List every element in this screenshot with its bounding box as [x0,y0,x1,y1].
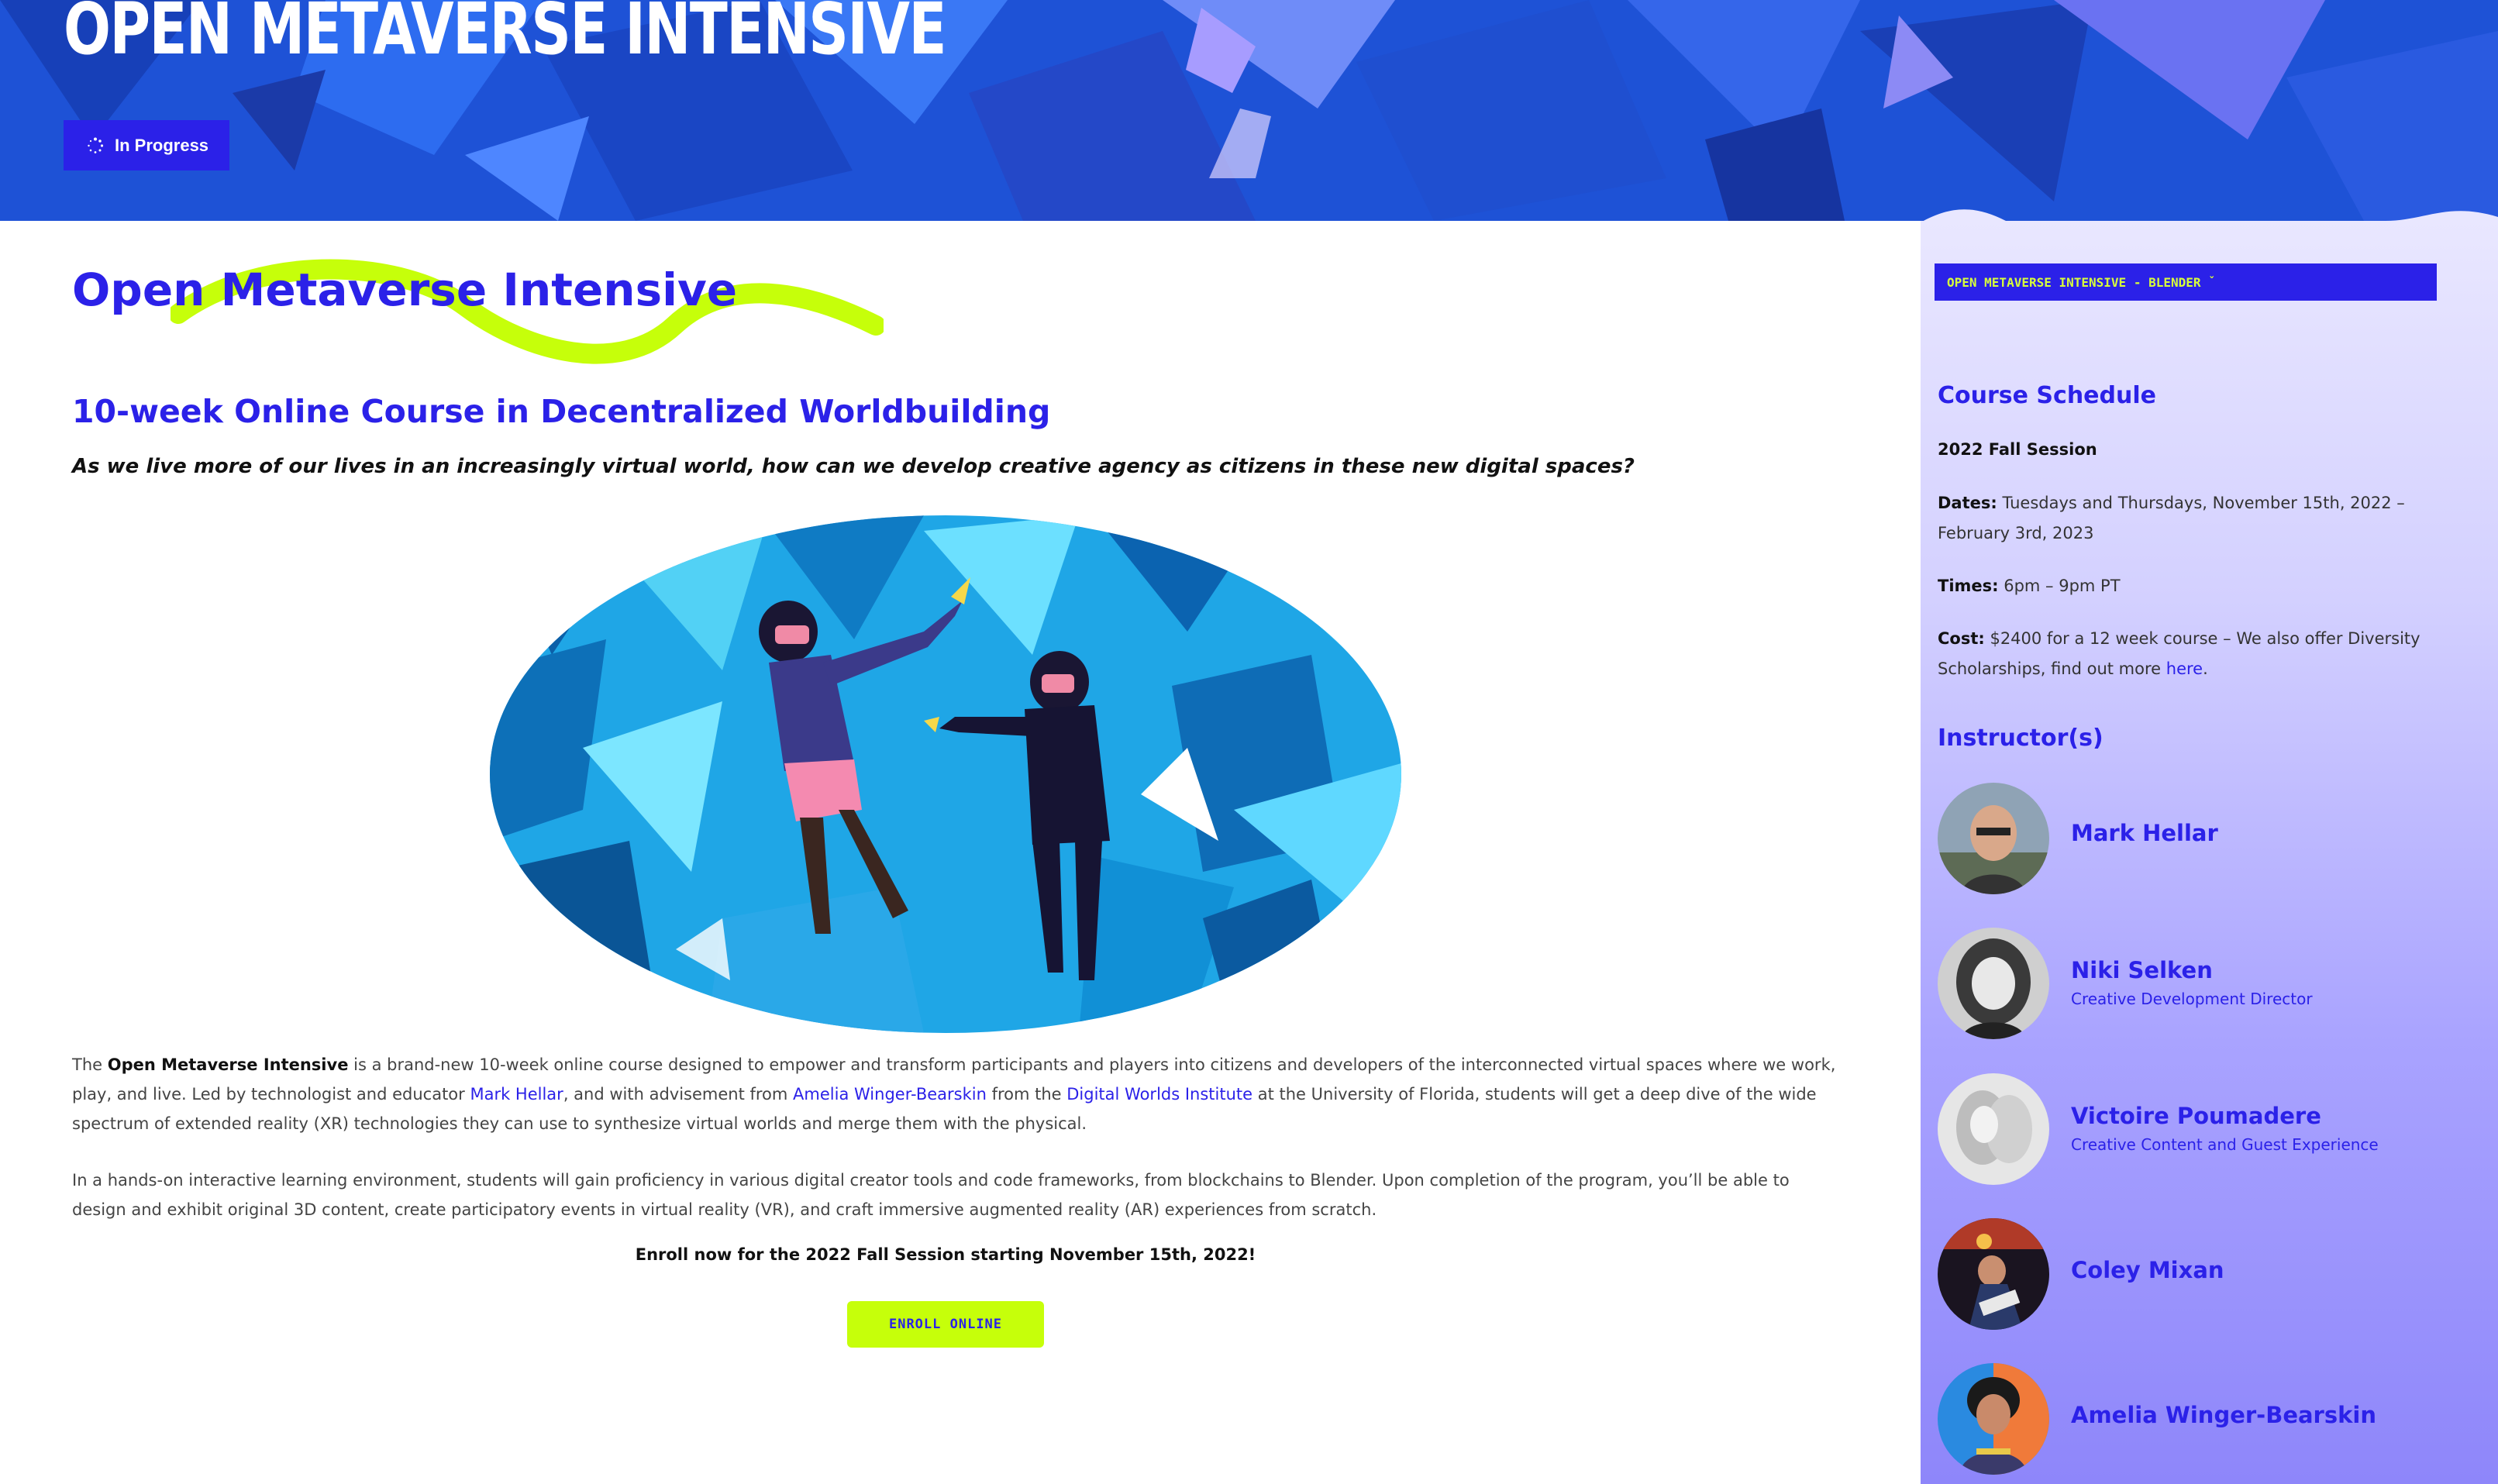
course-select-dropdown[interactable]: OPEN METAVERSE INTENSIVE - BLENDER ˇ [1935,263,2437,301]
schedule-times: Times: 6pm – 9pm PT [1938,577,2121,595]
chevron-down-icon: ˇ [2208,276,2215,288]
course-subtitle: 10-week Online Course in Decentralized W… [72,393,1051,430]
status-label: In Progress [115,135,209,155]
mark-hellar-link[interactable]: Mark Hellar [470,1085,563,1104]
instructor-name: Amelia Winger-Bearskin [2071,1402,2376,1428]
amelia-winger-bearskin-link[interactable]: Amelia Winger-Bearskin [793,1085,987,1104]
main-content: Open Metaverse Intensive 10-week Online … [0,221,1921,1484]
course-name-bold: Open Metaverse Intensive [107,1055,349,1074]
instructors-heading: Instructor(s) [1938,725,2103,752]
avatar [1938,1218,2049,1330]
instructor-card[interactable]: Coley Mixan [1938,1218,2465,1331]
enroll-note: Enroll now for the 2022 Fall Session sta… [635,1245,1256,1264]
course-sidebar: OPEN METAVERSE INTENSIVE - BLENDER ˇ Cou… [1921,221,2498,1484]
instructor-name: Coley Mixan [2071,1257,2224,1283]
instructor-card[interactable]: Victoire Poumadere Creative Content and … [1938,1073,2465,1186]
avatar [1938,1073,2049,1185]
digital-worlds-institute-link[interactable]: Digital Worlds Institute [1066,1085,1252,1104]
course-illustration [490,515,1401,1033]
instructor-role: Creative Content and Guest Experience [2071,1135,2379,1154]
course-tagline: As we live more of our lives in an incre… [72,455,1635,478]
instructor-card[interactable]: Mark Hellar [1938,783,2465,896]
instructor-name: Mark Hellar [2071,820,2218,846]
instructor-role: Creative Development Director [2071,990,2313,1008]
scholarships-link[interactable]: here [2166,659,2203,678]
instructor-card[interactable]: Amelia Winger-Bearskin [1938,1363,2465,1476]
session-name: 2022 Fall Session [1938,440,2097,459]
enroll-online-button[interactable]: ENROLL ONLINE [847,1301,1044,1348]
course-select-label: OPEN METAVERSE INTENSIVE - BLENDER [1947,274,2201,290]
avatar [1938,783,2049,894]
spinner-icon [88,137,104,153]
course-schedule-heading: Course Schedule [1938,382,2156,409]
avatar [1938,928,2049,1039]
avatar [1938,1363,2049,1475]
schedule-cost: Cost: $2400 for a 12 week course – We al… [1938,629,2420,678]
details-paragraph: In a hands-on interactive learning envir… [72,1171,1790,1219]
instructor-name: Niki Selken [2071,957,2213,983]
intro-paragraph: The Open Metaverse Intensive is a brand-… [72,1055,1836,1133]
schedule-dates: Dates: Tuesdays and Thursdays, November … [1938,494,2405,542]
instructor-name: Victoire Poumadere [2071,1103,2321,1129]
instructor-card[interactable]: Niki Selken Creative Development Directo… [1938,928,2465,1041]
status-badge: In Progress [64,120,229,170]
hero-title: OPEN METAVERSE INTENSIVE [64,0,946,71]
vr-dancers-image [490,515,1401,1033]
hero-banner: OPEN METAVERSE INTENSIVE In Progress [0,0,2498,221]
page-title: Open Metaverse Intensive [72,263,738,316]
